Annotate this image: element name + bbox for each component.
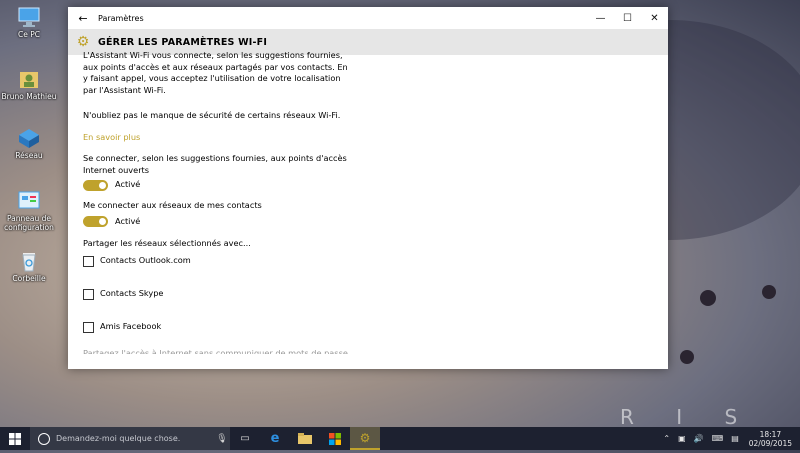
gear-icon: ⚙ <box>76 34 90 50</box>
facebook-checkbox[interactable] <box>83 321 94 333</box>
contacts-networks-toggle-row: Activé <box>83 215 353 229</box>
network-tray-icon[interactable]: ▣ <box>678 434 686 443</box>
desktop-icon-label: Panneau de configuration <box>4 214 54 232</box>
security-note: N'oubliez pas le manque de sécurité de c… <box>83 110 341 120</box>
edge-icon[interactable]: e <box>260 427 290 450</box>
desktop-icon-label: Réseau <box>15 151 43 160</box>
settings-content: L'Assistant Wi-Fi vous connecte, selon l… <box>83 50 353 354</box>
open-hotspots-state: Activé <box>115 179 141 190</box>
outlook-checkbox[interactable] <box>83 255 94 267</box>
share-option-facebook[interactable]: Amis Facebook <box>83 320 353 334</box>
desktop-icon-label: Bruno Mathieu <box>1 92 57 101</box>
share-option-label: Contacts Outlook.com <box>100 255 191 266</box>
action-center-icon[interactable]: ▤ <box>731 434 739 443</box>
back-arrow-icon[interactable]: ← <box>68 12 98 25</box>
settings-icon[interactable]: ⚙ <box>350 427 380 450</box>
clock[interactable]: 18:17 02/09/2015 <box>749 430 792 448</box>
minimize-button[interactable]: — <box>587 13 614 24</box>
contacts-networks-state: Activé <box>115 215 141 226</box>
task-view-icon[interactable]: ▭ <box>230 427 260 450</box>
system-tray: ⌃ ▣ 🔊 ⌨ ▤ 18:17 02/09/2015 <box>659 427 800 450</box>
open-hotspots-toggle[interactable] <box>83 179 108 191</box>
skype-checkbox[interactable] <box>83 288 94 300</box>
desktop-icon-user[interactable]: Bruno Mathieu <box>0 68 58 101</box>
title-bar: ← Paramètres — ☐ ✕ <box>68 7 668 29</box>
cutoff-text: Partagez l'accès à Internet sans communi… <box>83 348 348 354</box>
windows-logo-icon <box>9 432 21 445</box>
wallpaper-flower <box>762 285 776 299</box>
chevron-up-icon[interactable]: ⌃ <box>663 434 670 443</box>
desktop-icon-recycle-bin[interactable]: Corbeille <box>0 250 58 283</box>
clock-date: 02/09/2015 <box>748 438 792 448</box>
open-hotspots-toggle-row: Activé <box>83 178 353 192</box>
intro-text: L'Assistant Wi-Fi vous connecte, selon l… <box>83 50 348 95</box>
user-folder-icon <box>17 68 41 90</box>
computer-icon <box>17 6 41 28</box>
keyboard-icon[interactable]: ⌨ <box>712 434 724 443</box>
contacts-networks-toggle[interactable] <box>83 216 108 227</box>
contacts-networks-label: Me connecter aux réseaux de mes contacts <box>83 200 262 210</box>
share-option-label: Contacts Skype <box>100 288 164 299</box>
search-input[interactable]: Demandez-moi quelque chose. <box>56 434 214 443</box>
microphone-icon[interactable]: 🎙 <box>214 434 230 444</box>
learn-more-link[interactable]: En savoir plus <box>83 132 353 144</box>
clock-time: 18:17 <box>759 429 782 439</box>
desktop-icon-control-panel[interactable]: Panneau de configuration <box>0 190 58 232</box>
share-option-skype[interactable]: Contacts Skype <box>83 287 353 301</box>
store-icon[interactable] <box>320 427 350 450</box>
desktop-icon-network[interactable]: Réseau <box>0 127 58 160</box>
share-heading: Partager les réseaux sélectionnés avec..… <box>83 237 251 248</box>
desktop-icon-label: Corbeille <box>12 274 46 283</box>
settings-window: ← Paramètres — ☐ ✕ ⚙ GÉRER LES PARAMÈTRE… <box>68 7 668 369</box>
window-title: Paramètres <box>98 13 144 23</box>
recycle-bin-icon <box>17 250 41 272</box>
search-box[interactable]: Demandez-moi quelque chose. 🎙 <box>30 427 230 450</box>
wallpaper-flower <box>700 290 716 306</box>
file-explorer-icon[interactable] <box>290 427 320 450</box>
network-icon <box>17 127 41 149</box>
share-option-outlook[interactable]: Contacts Outlook.com <box>83 254 353 268</box>
volume-icon[interactable]: 🔊 <box>694 434 704 443</box>
control-panel-icon <box>17 190 41 212</box>
desktop-icon-label: Ce PC <box>18 30 40 39</box>
cortana-icon <box>38 432 50 445</box>
share-option-label: Amis Facebook <box>100 321 162 332</box>
wallpaper-flower <box>680 350 694 364</box>
taskbar: Demandez-moi quelque chose. 🎙 ▭ e ⚙ ⌃ ▣ … <box>0 427 800 450</box>
page-title: GÉRER LES PARAMÈTRES WI-FI <box>98 36 268 48</box>
start-button[interactable] <box>0 427 30 450</box>
desktop-icon-this-pc[interactable]: Ce PC <box>0 6 58 39</box>
open-hotspots-label: Se connecter, selon les suggestions four… <box>83 153 347 175</box>
maximize-button[interactable]: ☐ <box>614 13 641 24</box>
close-button[interactable]: ✕ <box>641 13 668 24</box>
